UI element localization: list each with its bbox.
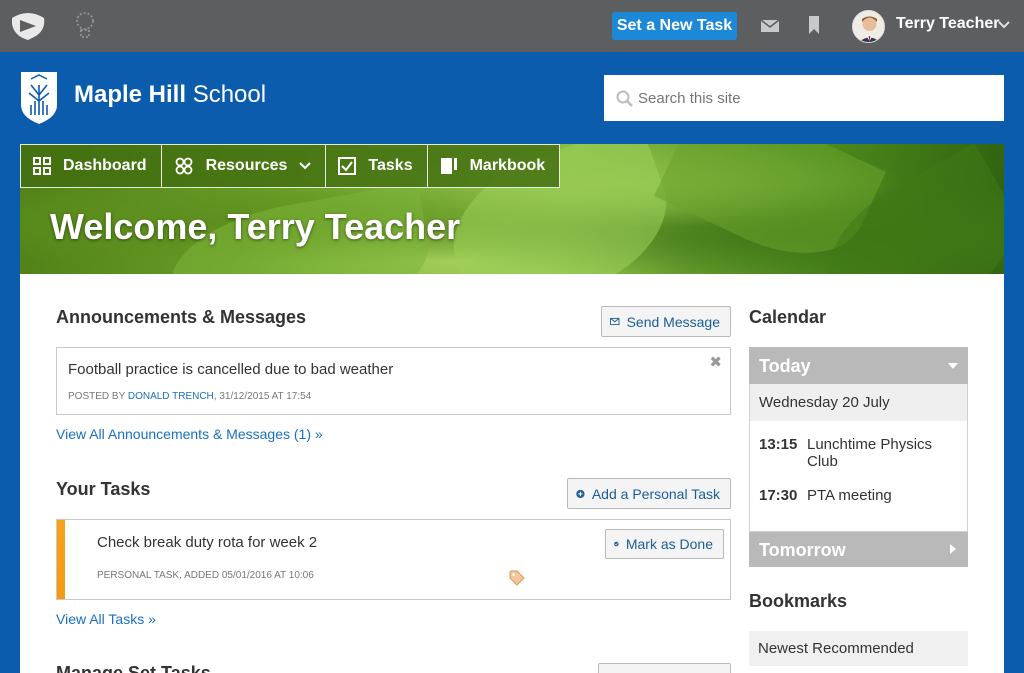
mark-as-done-label: Mark as Done: [625, 536, 713, 552]
task-card: Check break duty rota for week 2 PERSONA…: [56, 519, 731, 600]
send-message-label: Send Message: [626, 313, 720, 330]
calendar-heading: Calendar: [749, 307, 827, 327]
calendar-today-header[interactable]: Today: [749, 347, 968, 384]
calendar-date: Wednesday 20 July: [750, 384, 967, 421]
main-nav: Dashboard Resources Tasks Markbook: [20, 144, 561, 188]
nav-resources[interactable]: Resources: [162, 145, 327, 187]
plus-circle-icon: [576, 489, 585, 498]
bookmark-icon[interactable]: [806, 15, 822, 35]
checkbox-icon: [338, 157, 357, 175]
top-bar: Set a New Task Terry Teacher: [0, 0, 1024, 52]
set-new-task-button[interactable]: Set a New Task: [612, 12, 737, 40]
calendar-today-label: Today: [759, 356, 811, 376]
envelope-icon: [610, 317, 620, 326]
chevron-down-icon: [299, 162, 312, 170]
nav-dashboard-label: Dashboard: [63, 157, 147, 174]
add-personal-task-label: Add a Personal Task: [591, 485, 720, 502]
your-tasks-heading: Your Tasks: [56, 479, 151, 499]
task-meta: PERSONAL TASK, ADDED 05/01/2016 AT 10:06: [97, 570, 314, 581]
app-logo-icon[interactable]: [8, 10, 48, 42]
calendar-today-body: Wednesday 20 July 13:15 Lunchtime Physic…: [749, 384, 968, 532]
nav-dashboard[interactable]: Dashboard: [21, 145, 162, 187]
welcome-title: Welcome, Terry Teacher: [50, 206, 461, 247]
event-time: 17:30: [759, 487, 798, 504]
event-time: 13:15: [759, 436, 798, 453]
bookmarks-heading: Bookmarks: [749, 591, 848, 611]
school-name[interactable]: Maple Hill School: [74, 81, 266, 109]
search-box[interactable]: [604, 75, 1004, 121]
close-icon[interactable]: ✖: [709, 353, 722, 371]
calendar-event[interactable]: 13:15 Lunchtime Physics Club: [759, 436, 957, 470]
chevron-down-icon[interactable]: [997, 18, 1011, 32]
view-all-announcements-link[interactable]: View All Announcements & Messages (1) »: [56, 426, 323, 442]
task-title[interactable]: Check break duty rota for week 2: [97, 534, 317, 551]
add-personal-task-button[interactable]: Add a Personal Task: [567, 478, 731, 509]
mark-as-done-button[interactable]: Mark as Done: [605, 529, 724, 559]
view-all-tasks-link[interactable]: View All Tasks »: [56, 611, 156, 627]
author-link[interactable]: DONALD TRENCH: [128, 391, 214, 402]
grid-icon: [33, 157, 51, 175]
calendar-event[interactable]: 17:30 PTA meeting: [759, 487, 957, 504]
announcement-text: Football practice is cancelled due to ba…: [68, 361, 394, 378]
calendar-tomorrow-header[interactable]: Tomorrow: [749, 532, 968, 567]
bookmark-item[interactable]: Newest Recommended: [749, 631, 968, 666]
manage-set-tasks-heading: Manage Set Tasks: [56, 663, 211, 673]
check-circle-icon: [614, 541, 619, 547]
announcements-heading: Announcements & Messages: [56, 307, 307, 327]
announcement-meta: POSTED BY DONALD TRENCH, 31/12/2015 AT 1…: [68, 391, 312, 402]
mail-icon[interactable]: [760, 16, 780, 36]
caret-right-icon: [950, 544, 956, 554]
caret-down-icon: [948, 363, 958, 369]
event-name: PTA meeting: [807, 487, 892, 504]
avatar[interactable]: [852, 10, 885, 43]
welcome-banner: Dashboard Resources Tasks Markbook Welco…: [20, 144, 1004, 274]
school-crest-icon[interactable]: [20, 71, 58, 125]
manage-tasks-button[interactable]: [598, 663, 731, 673]
nav-markbook-label: Markbook: [469, 157, 546, 174]
task-priority-stripe: [57, 520, 65, 599]
nav-resources-label: Resources: [205, 157, 288, 174]
send-message-button[interactable]: Send Message: [601, 306, 731, 337]
nav-tasks[interactable]: Tasks: [326, 145, 428, 187]
nav-markbook[interactable]: Markbook: [428, 145, 560, 187]
announcement-card: Football practice is cancelled due to ba…: [56, 347, 731, 415]
resources-icon: [175, 157, 192, 175]
search-icon: [616, 90, 633, 107]
event-name: Lunchtime Physics Club: [807, 436, 933, 470]
markbook-icon: [440, 158, 457, 174]
tag-icon[interactable]: [509, 570, 525, 586]
calendar-tomorrow-label: Tomorrow: [759, 540, 846, 560]
nav-tasks-label: Tasks: [368, 157, 413, 174]
dashboard-content: Announcements & Messages Send Message Fo…: [20, 274, 1004, 673]
lightbulb-icon[interactable]: [74, 10, 96, 42]
search-input[interactable]: [638, 83, 988, 113]
user-name[interactable]: Terry Teacher: [896, 15, 999, 33]
